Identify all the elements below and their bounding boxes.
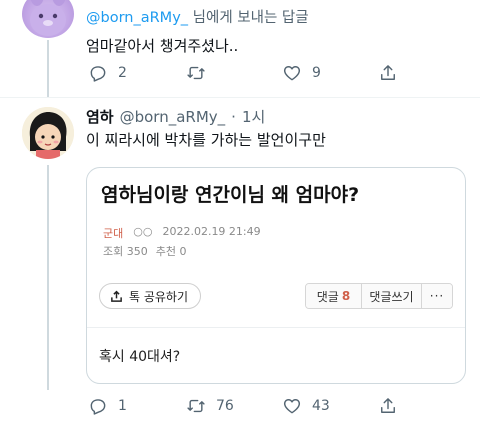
like-count: 43	[312, 398, 330, 414]
post-views: 조회 350	[103, 245, 148, 258]
retweet-button[interactable]	[186, 61, 216, 85]
kakao-share-label: 톡 공유하기	[129, 289, 189, 304]
retweet-icon	[187, 399, 205, 413]
like-button[interactable]: 9	[282, 61, 321, 85]
first-tweet-actions: 2 9	[86, 61, 416, 85]
meta-separator: ·	[231, 108, 236, 126]
second-tweet-actions: 1 76 43	[86, 394, 416, 418]
author-name[interactable]: 염하	[86, 106, 114, 127]
author-row: 염하 @born_aRMy_ · 1시	[86, 106, 265, 127]
attached-image-card[interactable]: 염하님이랑 연간이님 왜 엄마야? 군대 ○○ 2022.02.19 21:49…	[86, 167, 466, 384]
reply-to-handle-link[interactable]: @born_aRMy_	[86, 10, 188, 26]
upload-icon	[111, 290, 122, 302]
share-icon	[381, 398, 395, 413]
heart-icon	[283, 399, 301, 414]
reply-count: 1	[118, 398, 127, 414]
comment-count-button: 댓글 8	[306, 284, 362, 308]
retweet-button[interactable]: 76	[186, 394, 234, 418]
comment-count: 8	[341, 289, 351, 303]
tweet-divider	[0, 97, 480, 98]
second-tweet-text: 이 찌라시에 박차를 가하는 발언이구만	[86, 131, 326, 149]
reply-icon	[90, 399, 106, 415]
like-button[interactable]: 43	[282, 394, 330, 418]
first-tweet-text: 엄마같아서 챙겨주셨나..	[86, 37, 239, 55]
write-comment-button: 댓글쓰기	[362, 284, 422, 308]
author-handle[interactable]: @born_aRMy_	[120, 108, 226, 126]
card-divider	[87, 327, 465, 328]
reply-button[interactable]: 1	[88, 394, 127, 418]
user-avatar-top[interactable]	[22, 0, 74, 38]
reply-count: 2	[118, 65, 127, 81]
more-options-button: ···	[422, 284, 452, 308]
heart-icon	[283, 66, 301, 81]
post-title: 염하님이랑 연간이님 왜 엄마야?	[101, 184, 360, 206]
post-stats-line: 조회 350 추천 0	[103, 243, 186, 259]
retweet-count: 76	[216, 398, 234, 414]
reply-button[interactable]: 2	[88, 61, 127, 85]
post-author: ○○	[133, 225, 153, 238]
post-category: 군대	[103, 227, 124, 240]
user-avatar-yeomha[interactable]	[22, 107, 74, 159]
thread-connector-bottom	[47, 165, 49, 390]
comment-label: 댓글	[316, 289, 339, 304]
share-button[interactable]	[378, 61, 398, 85]
post-meta-line: 군대 ○○ 2022.02.19 21:49	[103, 225, 261, 241]
tweet-time[interactable]: 1시	[242, 106, 265, 127]
kakao-share-button: 톡 공유하기	[99, 283, 202, 309]
retweet-icon	[187, 66, 205, 80]
reply-icon	[90, 66, 106, 82]
reply-to-suffix: 님에게 보내는 답글	[188, 10, 309, 26]
post-recommend: 추천 0	[155, 245, 187, 258]
post-action-group: 댓글 8 댓글쓰기 ···	[305, 283, 453, 309]
share-button[interactable]	[378, 394, 398, 418]
share-icon	[381, 65, 395, 80]
thread-connector-top	[47, 40, 49, 98]
like-count: 9	[312, 65, 321, 81]
reply-context: @born_aRMy_ 님에게 보내는 답글	[86, 6, 309, 27]
post-date: 2022.02.19 21:49	[162, 225, 261, 238]
card-comment-text: 혹시 40대셔?	[99, 349, 181, 365]
